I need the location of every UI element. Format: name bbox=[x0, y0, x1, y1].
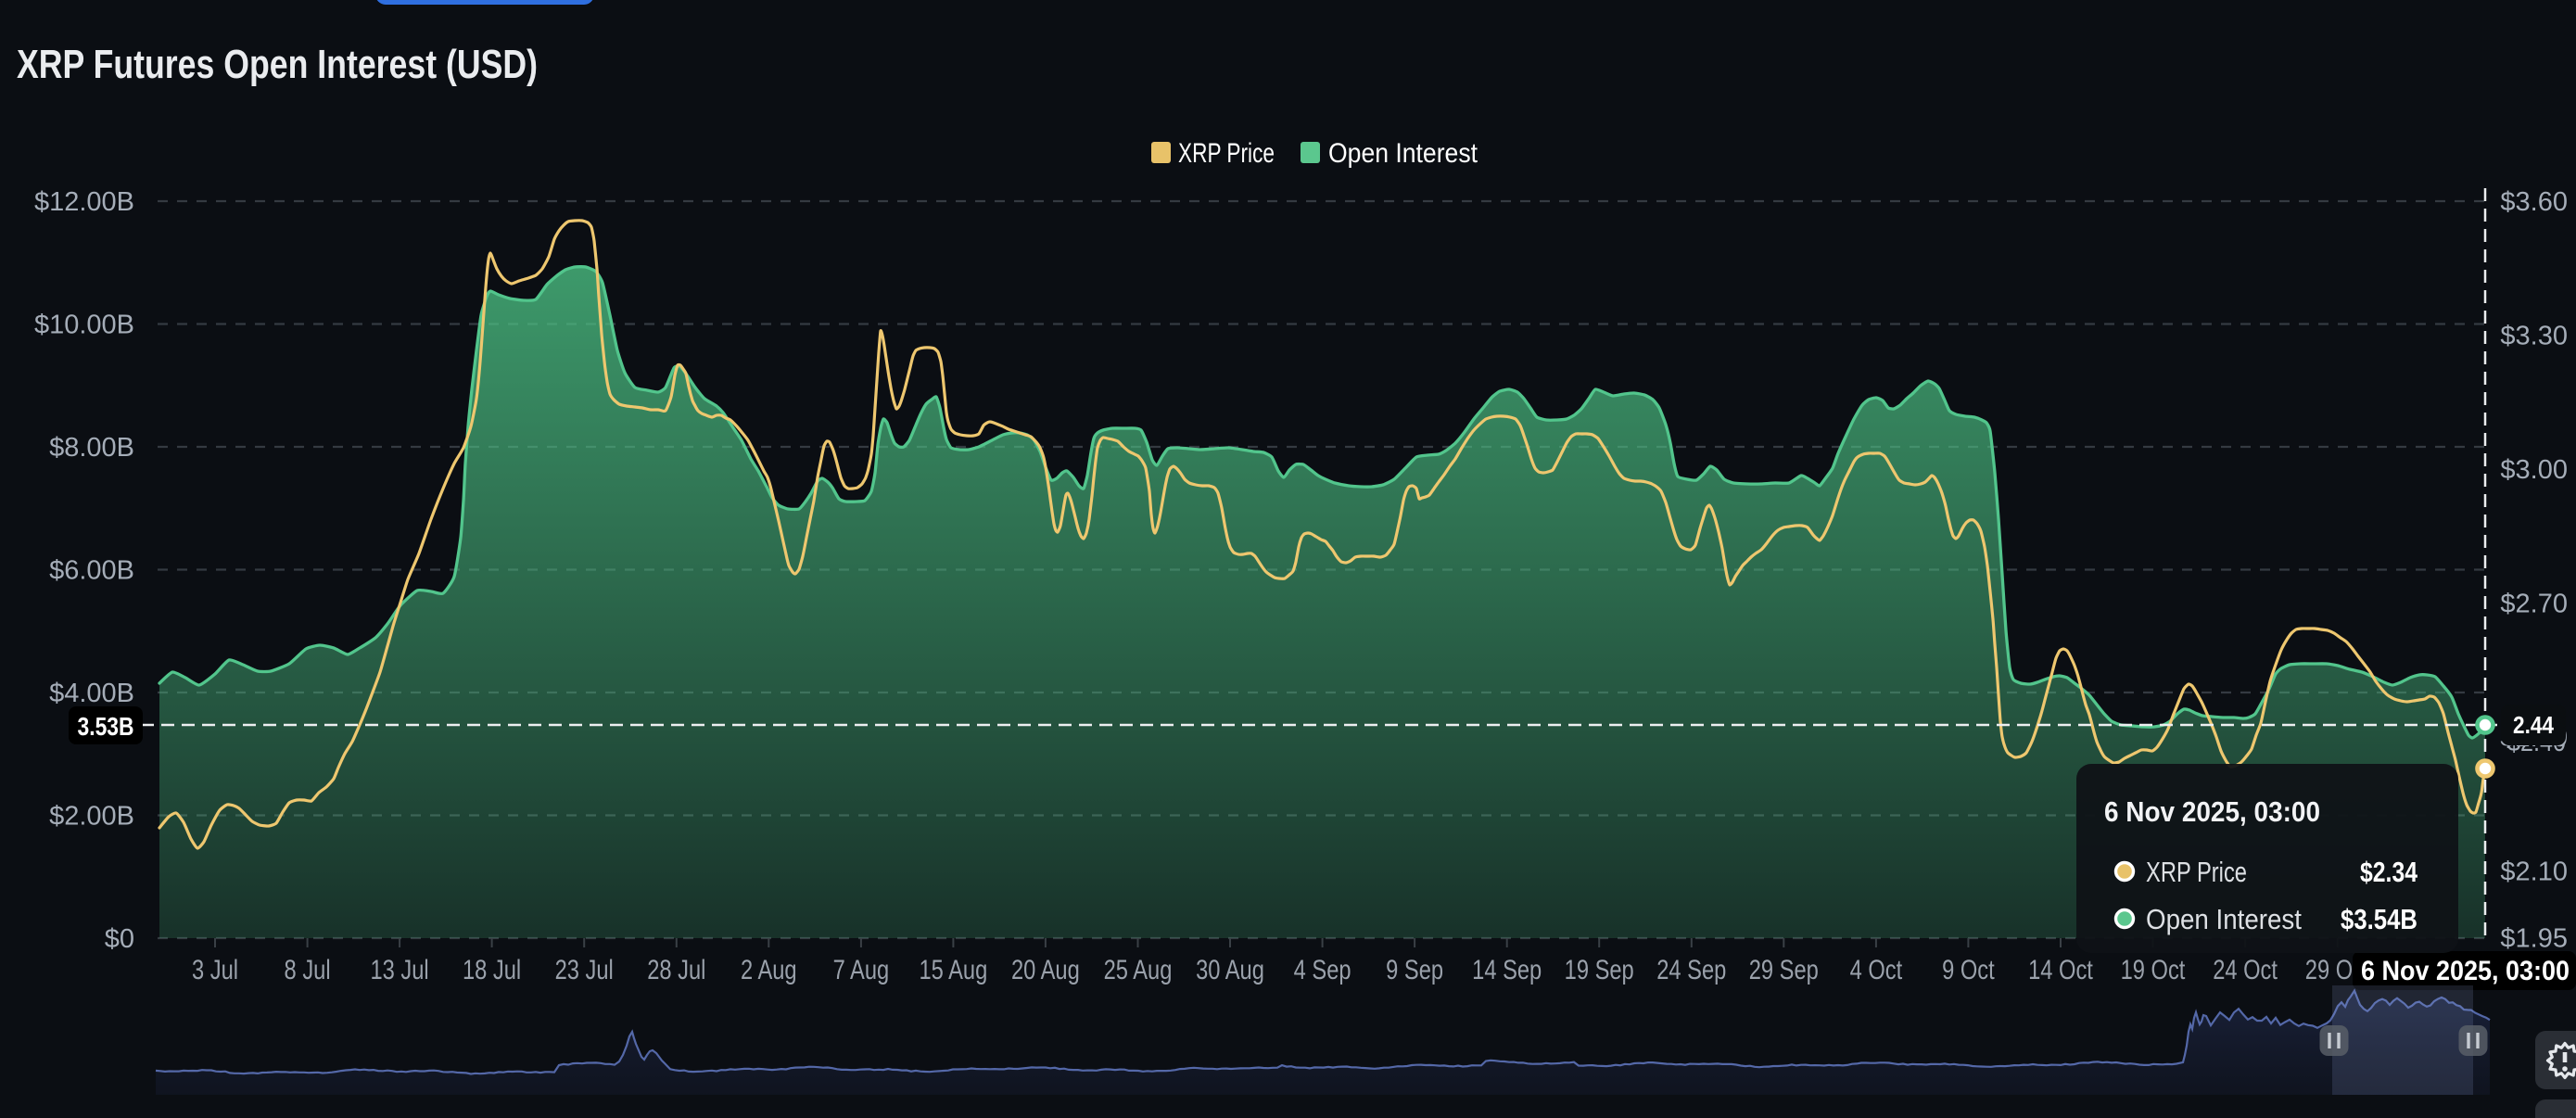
svg-text:14 Sep: 14 Sep bbox=[1472, 955, 1542, 985]
svg-text:XRP Futures Open Interest (USD: XRP Futures Open Interest (USD) bbox=[17, 42, 538, 87]
svg-text:$2.70: $2.70 bbox=[2500, 589, 2568, 618]
svg-text:$2.10: $2.10 bbox=[2500, 857, 2568, 886]
svg-text:6 Nov 2025, 03:00: 6 Nov 2025, 03:00 bbox=[2361, 956, 2570, 986]
svg-text:25 Aug: 25 Aug bbox=[1104, 955, 1173, 985]
svg-text:$3.00: $3.00 bbox=[2500, 455, 2568, 485]
svg-text:$1.95: $1.95 bbox=[2500, 924, 2568, 954]
svg-text:$4.00B: $4.00B bbox=[49, 679, 134, 708]
svg-text:2.44: 2.44 bbox=[2513, 711, 2554, 739]
svg-text:$2.34: $2.34 bbox=[2360, 856, 2418, 888]
svg-text:$8.00B: $8.00B bbox=[49, 433, 134, 463]
svg-text:9 Sep: 9 Sep bbox=[1386, 955, 1443, 985]
svg-text:4 Oct: 4 Oct bbox=[1850, 955, 1903, 985]
svg-text:4 Sep: 4 Sep bbox=[1294, 955, 1351, 985]
svg-text:$6.00B: $6.00B bbox=[49, 556, 134, 586]
svg-text:29 Sep: 29 Sep bbox=[1749, 955, 1819, 985]
svg-text:$12.00B: $12.00B bbox=[34, 187, 134, 217]
svg-text:6 Nov 2025, 03:00: 6 Nov 2025, 03:00 bbox=[2104, 795, 2320, 828]
svg-text:$10.00B: $10.00B bbox=[34, 311, 134, 340]
svg-text:2 Aug: 2 Aug bbox=[741, 955, 797, 985]
svg-text:XRP Price: XRP Price bbox=[2146, 856, 2247, 888]
svg-text:Open Interest: Open Interest bbox=[1328, 138, 1478, 169]
svg-text:19 Oct: 19 Oct bbox=[2121, 955, 2186, 985]
svg-text:24 Sep: 24 Sep bbox=[1656, 955, 1726, 985]
svg-text:14 Oct: 14 Oct bbox=[2028, 955, 2093, 985]
svg-text:3.53B: 3.53B bbox=[78, 712, 134, 741]
svg-text:18 Jul: 18 Jul bbox=[463, 955, 521, 985]
svg-text:13 Jul: 13 Jul bbox=[371, 955, 429, 985]
svg-text:19 Sep: 19 Sep bbox=[1565, 955, 1634, 985]
svg-text:24 Oct: 24 Oct bbox=[2213, 955, 2278, 985]
svg-text:30 Aug: 30 Aug bbox=[1196, 955, 1264, 985]
svg-text:7 Aug: 7 Aug bbox=[833, 955, 890, 985]
svg-text:20 Aug: 20 Aug bbox=[1011, 955, 1080, 985]
svg-text:9 Oct: 9 Oct bbox=[1942, 955, 1995, 985]
svg-text:$0: $0 bbox=[105, 924, 134, 954]
svg-text:8 Jul: 8 Jul bbox=[285, 955, 331, 985]
svg-text:$3.60: $3.60 bbox=[2500, 187, 2568, 217]
svg-text:$3.54B: $3.54B bbox=[2341, 903, 2417, 935]
svg-text:XRP Price: XRP Price bbox=[1178, 138, 1275, 169]
svg-text:23 Jul: 23 Jul bbox=[555, 955, 614, 985]
svg-text:$3.30: $3.30 bbox=[2500, 322, 2568, 351]
svg-text:$2.00B: $2.00B bbox=[49, 802, 134, 832]
svg-text:3 Jul: 3 Jul bbox=[192, 955, 238, 985]
svg-text:28 Jul: 28 Jul bbox=[647, 955, 705, 985]
svg-text:15 Aug: 15 Aug bbox=[920, 955, 988, 985]
svg-text:Open Interest: Open Interest bbox=[2146, 903, 2302, 935]
